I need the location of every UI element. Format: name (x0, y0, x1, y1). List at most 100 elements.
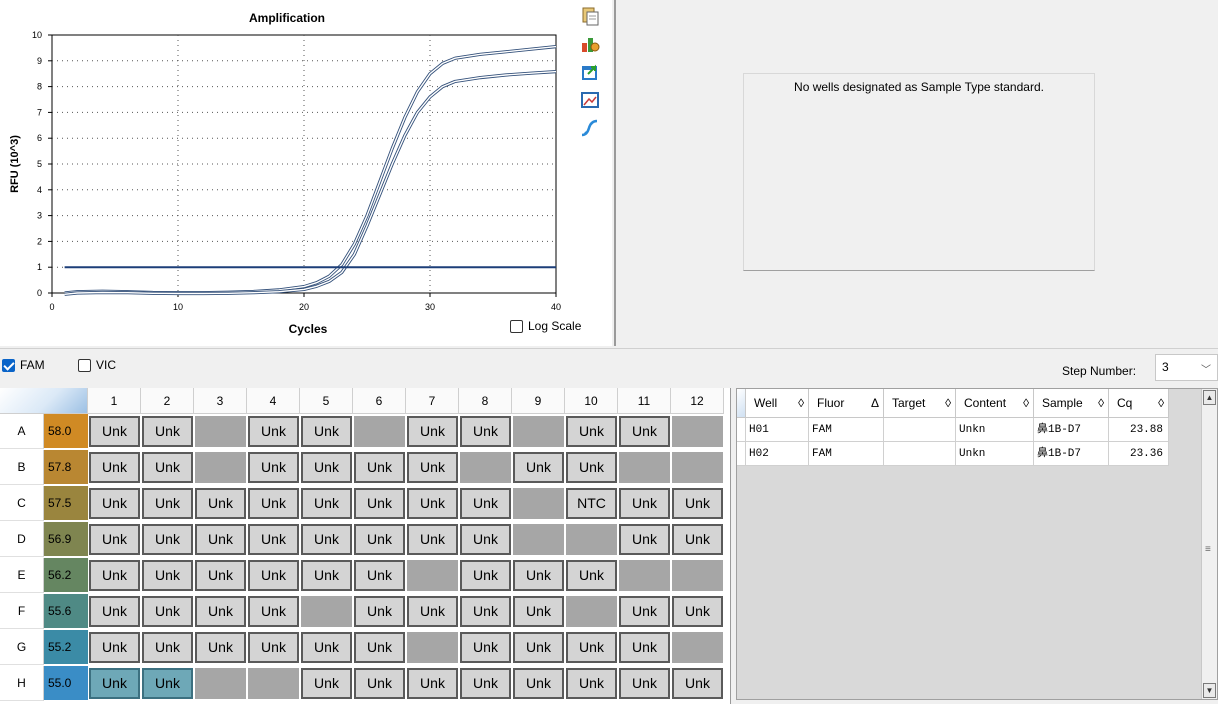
well-F5[interactable] (300, 594, 353, 629)
well-H10[interactable]: Unk (565, 666, 618, 701)
well-H1[interactable]: Unk (88, 666, 141, 701)
well-A5[interactable]: Unk (300, 414, 353, 449)
well-B6[interactable]: Unk (353, 450, 406, 485)
well-E3[interactable]: Unk (194, 558, 247, 593)
scroll-up-button[interactable]: ▲ (1203, 390, 1216, 405)
well-H3[interactable] (194, 666, 247, 701)
well-D4[interactable]: Unk (247, 522, 300, 557)
well-B9[interactable]: Unk (512, 450, 565, 485)
well-F8[interactable]: Unk (459, 594, 512, 629)
plate-row-label[interactable]: E (0, 558, 44, 593)
well-C2[interactable]: Unk (141, 486, 194, 521)
results-corner[interactable] (737, 389, 746, 418)
column-header-cq[interactable]: Cq ◊ (1109, 389, 1169, 418)
export-icon[interactable] (580, 62, 600, 82)
well-H11[interactable]: Unk (618, 666, 671, 701)
well-H6[interactable]: Unk (353, 666, 406, 701)
plate-row-label[interactable]: C (0, 486, 44, 521)
log-scale-toggle[interactable]: Log Scale (510, 319, 581, 333)
fluor-option-fam[interactable]: FAM (2, 358, 45, 372)
well-B3[interactable] (194, 450, 247, 485)
well-D2[interactable]: Unk (141, 522, 194, 557)
table-row[interactable]: H01 FAM Unkn 鼻1B-D7 23.88 (737, 418, 1169, 442)
plate-column-2[interactable]: 2 (141, 388, 194, 414)
column-header-content[interactable]: Content ◊ (956, 389, 1034, 418)
plate-column-12[interactable]: 12 (671, 388, 724, 414)
well-D10[interactable] (565, 522, 618, 557)
well-C5[interactable]: Unk (300, 486, 353, 521)
well-H2[interactable]: Unk (141, 666, 194, 701)
sort-icon[interactable]: ◊ (1023, 389, 1029, 417)
results-scrollbar[interactable]: ▲ ≡ ▼ (1201, 389, 1217, 699)
well-F1[interactable]: Unk (88, 594, 141, 629)
row-selector[interactable] (737, 442, 746, 466)
well-A6[interactable] (353, 414, 406, 449)
log-scale-checkbox[interactable] (510, 319, 523, 333)
scroll-grip-icon[interactable]: ≡ (1205, 544, 1211, 555)
column-header-fluor[interactable]: Fluor Δ (809, 389, 884, 418)
well-A3[interactable] (194, 414, 247, 449)
well-B2[interactable]: Unk (141, 450, 194, 485)
well-E1[interactable]: Unk (88, 558, 141, 593)
well-F2[interactable]: Unk (141, 594, 194, 629)
well-A11[interactable]: Unk (618, 414, 671, 449)
well-A12[interactable] (671, 414, 724, 449)
well-B12[interactable] (671, 450, 724, 485)
well-F7[interactable]: Unk (406, 594, 459, 629)
plate-column-7[interactable]: 7 (406, 388, 459, 414)
well-B4[interactable]: Unk (247, 450, 300, 485)
well-C12[interactable]: Unk (671, 486, 724, 521)
well-G4[interactable]: Unk (247, 630, 300, 665)
sort-icon[interactable]: ◊ (1098, 389, 1104, 417)
well-A8[interactable]: Unk (459, 414, 512, 449)
well-G1[interactable]: Unk (88, 630, 141, 665)
well-D8[interactable]: Unk (459, 522, 512, 557)
well-C3[interactable]: Unk (194, 486, 247, 521)
vic-checkbox[interactable] (78, 358, 91, 372)
well-C10[interactable]: NTC (565, 486, 618, 521)
sort-icon[interactable]: Δ (871, 389, 879, 417)
chart-settings-icon[interactable] (580, 34, 600, 54)
well-F10[interactable] (565, 594, 618, 629)
plate-row-label[interactable]: F (0, 594, 44, 629)
well-F3[interactable]: Unk (194, 594, 247, 629)
plate-column-4[interactable]: 4 (247, 388, 300, 414)
well-B8[interactable] (459, 450, 512, 485)
well-D7[interactable]: Unk (406, 522, 459, 557)
well-E7[interactable] (406, 558, 459, 593)
well-F9[interactable]: Unk (512, 594, 565, 629)
sort-icon[interactable]: ◊ (1158, 389, 1164, 417)
column-header-target[interactable]: Target ◊ (884, 389, 956, 418)
well-D9[interactable] (512, 522, 565, 557)
well-G11[interactable]: Unk (618, 630, 671, 665)
well-D11[interactable]: Unk (618, 522, 671, 557)
sort-icon[interactable]: ◊ (798, 389, 804, 417)
fam-checkbox[interactable] (2, 358, 15, 372)
well-A2[interactable]: Unk (141, 414, 194, 449)
plate-column-5[interactable]: 5 (300, 388, 353, 414)
well-E6[interactable]: Unk (353, 558, 406, 593)
well-H8[interactable]: Unk (459, 666, 512, 701)
well-F11[interactable]: Unk (618, 594, 671, 629)
plate-column-11[interactable]: 11 (618, 388, 671, 414)
table-row[interactable]: H02 FAM Unkn 鼻1B-D7 23.36 (737, 442, 1169, 466)
well-H12[interactable]: Unk (671, 666, 724, 701)
well-G6[interactable]: Unk (353, 630, 406, 665)
well-A4[interactable]: Unk (247, 414, 300, 449)
well-F6[interactable]: Unk (353, 594, 406, 629)
well-E4[interactable]: Unk (247, 558, 300, 593)
well-B5[interactable]: Unk (300, 450, 353, 485)
well-E9[interactable]: Unk (512, 558, 565, 593)
plate-column-1[interactable]: 1 (88, 388, 141, 414)
well-A7[interactable]: Unk (406, 414, 459, 449)
well-H7[interactable]: Unk (406, 666, 459, 701)
well-G3[interactable]: Unk (194, 630, 247, 665)
copy-icon[interactable] (580, 6, 600, 26)
well-F4[interactable]: Unk (247, 594, 300, 629)
well-G5[interactable]: Unk (300, 630, 353, 665)
plate-column-10[interactable]: 10 (565, 388, 618, 414)
plate-row-label[interactable]: H (0, 666, 44, 701)
well-E10[interactable]: Unk (565, 558, 618, 593)
well-G9[interactable]: Unk (512, 630, 565, 665)
well-H9[interactable]: Unk (512, 666, 565, 701)
